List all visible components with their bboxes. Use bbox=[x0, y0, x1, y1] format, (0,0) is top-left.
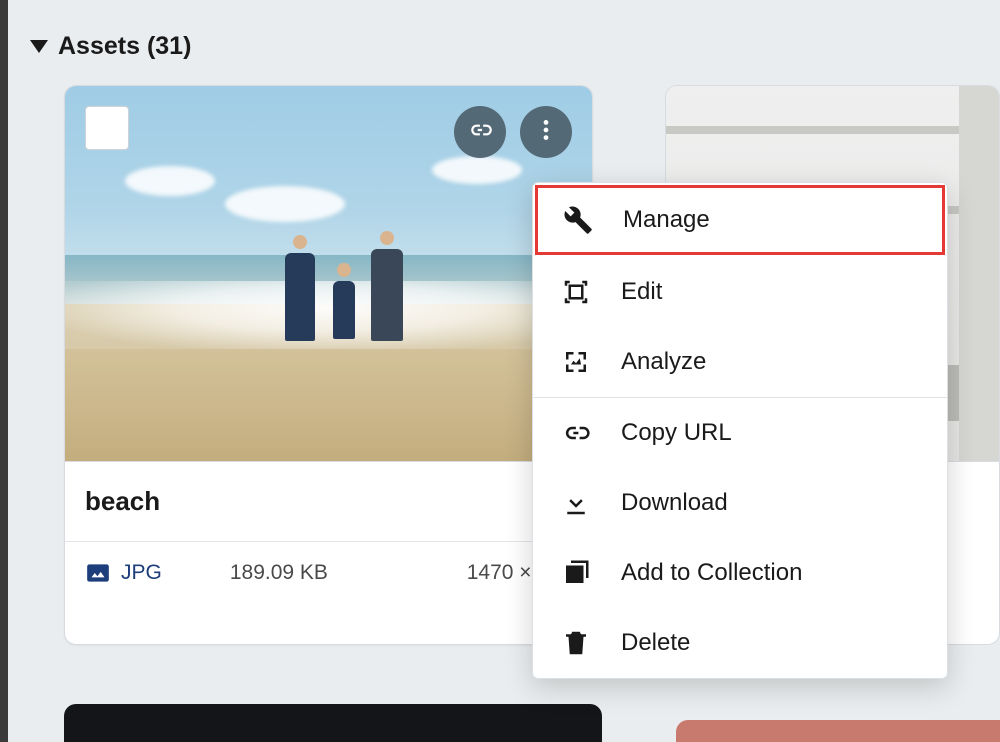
section-header[interactable]: Assets (31) bbox=[30, 32, 1000, 61]
left-gutter bbox=[0, 0, 8, 742]
wrench-icon bbox=[563, 205, 593, 235]
menu-item-analyze[interactable]: Analyze bbox=[533, 327, 947, 397]
menu-item-manage[interactable]: Manage bbox=[535, 185, 945, 255]
image-type-icon bbox=[85, 560, 111, 586]
menu-item-download[interactable]: Download bbox=[533, 468, 947, 538]
trash-icon bbox=[561, 628, 591, 658]
menu-item-label: Edit bbox=[621, 278, 662, 306]
menu-item-label: Add to Collection bbox=[621, 559, 802, 587]
select-checkbox[interactable] bbox=[85, 106, 129, 150]
collection-icon bbox=[561, 558, 591, 588]
download-icon bbox=[561, 488, 591, 518]
link-icon bbox=[467, 117, 493, 148]
asset-card[interactable] bbox=[64, 704, 602, 742]
asset-card[interactable]: beach JPG 189.09 KB 1470 × 980 bbox=[64, 85, 593, 645]
more-vertical-icon bbox=[533, 117, 559, 148]
asset-title: beach bbox=[85, 486, 572, 517]
section-title: Assets (31) bbox=[58, 32, 191, 61]
asset-context-menu: Manage Edit Analyze Copy URL Download Ad… bbox=[532, 182, 948, 679]
menu-item-label: Delete bbox=[621, 629, 690, 657]
menu-item-label: Download bbox=[621, 489, 728, 517]
link-icon bbox=[561, 418, 591, 448]
crop-icon bbox=[561, 277, 591, 307]
menu-item-add-to-collection[interactable]: Add to Collection bbox=[533, 538, 947, 608]
asset-size: 189.09 KB bbox=[230, 561, 328, 585]
asset-title-row: beach bbox=[65, 462, 592, 542]
menu-item-label: Copy URL bbox=[621, 419, 732, 447]
asset-format: JPG bbox=[121, 561, 162, 585]
menu-item-copy-url[interactable]: Copy URL bbox=[533, 398, 947, 468]
asset-card[interactable] bbox=[676, 720, 1000, 742]
caret-down-icon bbox=[30, 40, 48, 53]
analyze-icon bbox=[561, 347, 591, 377]
asset-thumbnail bbox=[65, 86, 592, 462]
menu-item-label: Manage bbox=[623, 206, 710, 234]
asset-meta-row: JPG 189.09 KB 1470 × 980 bbox=[65, 542, 592, 606]
menu-item-delete[interactable]: Delete bbox=[533, 608, 947, 678]
menu-item-edit[interactable]: Edit bbox=[533, 257, 947, 327]
menu-item-label: Analyze bbox=[621, 348, 706, 376]
